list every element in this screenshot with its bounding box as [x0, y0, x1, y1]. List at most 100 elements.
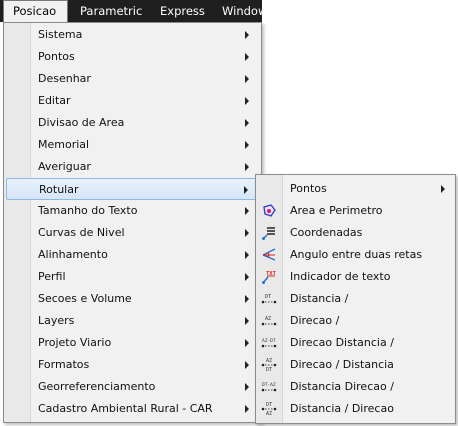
menu-express[interactable]: Express [160, 0, 205, 22]
submenu-item-distancia-sobre-direcao[interactable]: DT AZ Distancia / Direcao [257, 398, 454, 420]
submenu-arrow-icon [245, 383, 249, 391]
menu-item-label: Divisao de Area [38, 116, 125, 129]
submenu-arrow-icon [245, 163, 249, 171]
submenu-arrow-icon [245, 229, 249, 237]
menu-item-label: Sistema [38, 28, 83, 41]
submenu-item-label: Distancia / [290, 292, 349, 305]
submenu-arrow-icon [244, 186, 248, 194]
dt-glyph: DT [265, 294, 271, 300]
menu-item-label: Tamanho do Texto [38, 204, 138, 217]
submenu-item-direcao[interactable]: AZ Direcao / [257, 310, 454, 332]
submenu-item-direcao-sobre-distancia[interactable]: AZ DT Direcao / Distancia [257, 354, 454, 376]
menu-item-label: Formatos [38, 358, 90, 371]
submenu-item-label: Distancia Direcao / [290, 380, 394, 393]
menu-item-label: Memorial [38, 138, 90, 151]
menu-item-projeto-viario[interactable]: Projeto Viario [6, 332, 259, 354]
menu-item-perfil[interactable]: Perfil [6, 266, 259, 288]
direction-icon: AZ [261, 313, 277, 329]
direction-over-distance-icon: AZ DT [261, 357, 277, 373]
submenu-arrow-icon [245, 405, 249, 413]
submenu-arrow-icon [245, 361, 249, 369]
az-glyph: AZ [266, 411, 272, 417]
submenu-arrow-icon [245, 317, 249, 325]
rotular-submenu: Pontos Area e Perimetro Coordenadas Angu… [255, 174, 456, 424]
menu-item-label: Rotular [39, 183, 79, 196]
dt-glyph: DT [266, 367, 272, 373]
submenu-arrow-icon [245, 251, 249, 259]
submenu-arrow-icon [245, 141, 249, 149]
submenu-item-label: Area e Perimetro [290, 204, 383, 217]
area-perimeter-icon [261, 203, 277, 219]
menu-item-desenhar[interactable]: Desenhar [6, 68, 259, 90]
distance-icon: DT [261, 291, 277, 307]
submenu-arrow-icon [245, 75, 249, 83]
az-glyph: AZ [265, 316, 271, 322]
submenu-arrow-icon [245, 97, 249, 105]
menu-item-label: Averiguar [38, 160, 91, 173]
distance-over-direction-icon: DT AZ [261, 401, 277, 417]
menu-posicao[interactable]: Posicao [3, 0, 68, 22]
menu-item-label: Pontos [38, 50, 75, 63]
menu-item-label: Georreferenciamento [38, 380, 156, 393]
submenu-item-label: Angulo entre duas retas [290, 248, 423, 261]
submenu-item-label: Direcao / [290, 314, 340, 327]
menu-item-averiguar[interactable]: Averiguar [6, 156, 259, 178]
distance-direction-icon: DT-AZ [261, 379, 277, 395]
submenu-arrow-icon [245, 119, 249, 127]
submenu-item-label: Distancia / Direcao [290, 402, 394, 415]
submenu-arrow-icon [441, 185, 445, 193]
menu-parametric[interactable]: Parametric [80, 0, 142, 22]
submenu-item-area-e-perimetro[interactable]: Area e Perimetro [257, 200, 454, 222]
menu-item-tamanho-do-texto[interactable]: Tamanho do Texto [6, 200, 259, 222]
menu-window[interactable]: Window [222, 0, 262, 22]
submenu-arrow-icon [245, 339, 249, 347]
submenu-arrow-icon [245, 207, 249, 215]
menu-item-rotular[interactable]: Rotular [6, 178, 259, 200]
menu-item-label: Curvas de Nivel [38, 226, 125, 239]
submenu-item-label: Direcao Distancia / [290, 336, 394, 349]
posicao-dropdown: Sistema Pontos Desenhar Editar Divisao d… [3, 22, 262, 423]
direction-distance-icon: AZ-DT [261, 335, 277, 351]
menu-item-label: Alinhamento [38, 248, 108, 261]
submenu-item-distancia-direcao[interactable]: DT-AZ Distancia Direcao / [257, 376, 454, 398]
menu-item-georreferenciamento[interactable]: Georreferenciamento [6, 376, 259, 398]
submenu-item-angulo-entre-duas-retas[interactable]: Angulo entre duas retas [257, 244, 454, 266]
submenu-arrow-icon [245, 53, 249, 61]
angle-icon [261, 247, 277, 263]
menu-item-layers[interactable]: Layers [6, 310, 259, 332]
az-dt-glyph: AZ-DT [262, 338, 276, 344]
submenu-item-label: Indicador de texto [290, 270, 391, 283]
submenu-arrow-icon [245, 31, 249, 39]
menu-item-curvas-de-nivel[interactable]: Curvas de Nivel [6, 222, 259, 244]
menu-item-divisao-de-area[interactable]: Divisao de Area [6, 112, 259, 134]
menu-item-label: Perfil [38, 270, 66, 283]
az-glyph: AZ [266, 358, 272, 364]
menu-item-alinhamento[interactable]: Alinhamento [6, 244, 259, 266]
submenu-arrow-icon [245, 273, 249, 281]
submenu-arrow-icon [245, 295, 249, 303]
menu-item-formatos[interactable]: Formatos [6, 354, 259, 376]
submenu-item-label: Direcao / Distancia [290, 358, 394, 371]
text-indicator-icon: TXT [261, 269, 277, 285]
menu-item-label: Projeto Viario [38, 336, 112, 349]
dt-az-glyph: DT-AZ [262, 382, 276, 388]
submenu-item-pontos[interactable]: Pontos [257, 178, 454, 200]
submenu-item-distancia[interactable]: DT Distancia / [257, 288, 454, 310]
menu-item-memorial[interactable]: Memorial [6, 134, 259, 156]
menu-item-editar[interactable]: Editar [6, 90, 259, 112]
menu-item-sistema[interactable]: Sistema [6, 24, 259, 46]
menu-item-secoes-e-volume[interactable]: Secoes e Volume [6, 288, 259, 310]
submenu-item-label: Pontos [290, 182, 327, 195]
menu-item-label: Desenhar [38, 72, 91, 85]
menu-item-label: Layers [38, 314, 75, 327]
coordinates-icon [261, 225, 277, 241]
submenu-item-indicador-de-texto[interactable]: TXT Indicador de texto [257, 266, 454, 288]
dt-glyph: DT [266, 402, 272, 408]
menu-item-cadastro-ambiental-rural[interactable]: Cadastro Ambiental Rural - CAR [6, 398, 259, 420]
menu-item-pontos[interactable]: Pontos [6, 46, 259, 68]
menu-item-label: Secoes e Volume [38, 292, 132, 305]
submenu-item-direcao-distancia[interactable]: AZ-DT Direcao Distancia / [257, 332, 454, 354]
submenu-item-label: Coordenadas [290, 226, 363, 239]
menu-item-label: Cadastro Ambiental Rural - CAR [38, 402, 213, 415]
submenu-item-coordenadas[interactable]: Coordenadas [257, 222, 454, 244]
